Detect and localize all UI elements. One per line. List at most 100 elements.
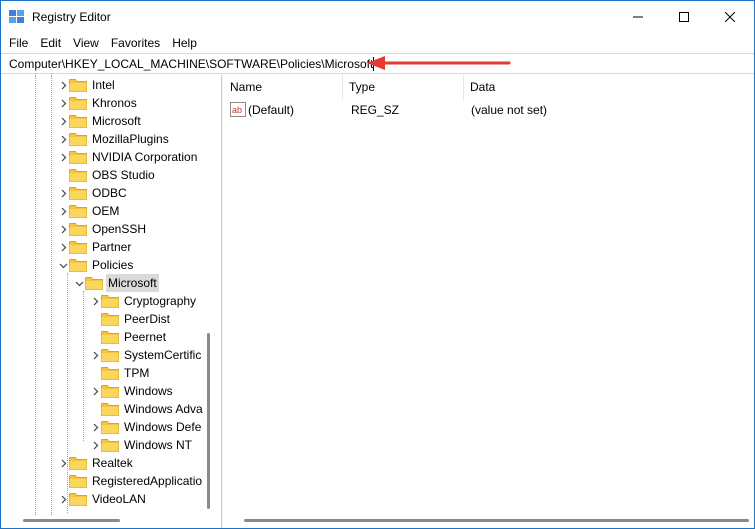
tree-item-label: Windows NT — [124, 438, 193, 452]
tree-item[interactable]: Windows — [1, 382, 218, 400]
list-horizontal-scrollbar[interactable] — [224, 513, 754, 528]
tree-item[interactable]: OpenSSH — [1, 220, 218, 238]
tree-item-label: Windows — [124, 384, 173, 398]
chevron-right-icon[interactable] — [90, 350, 100, 360]
folder-icon — [101, 438, 119, 452]
tree-item[interactable]: Windows NT — [1, 436, 218, 454]
tree-item[interactable]: VideoLAN — [1, 490, 218, 508]
chevron-right-icon[interactable] — [58, 242, 68, 252]
folder-icon — [69, 150, 87, 164]
menu-edit[interactable]: Edit — [34, 33, 67, 53]
tree-item-label: Windows Adva — [124, 402, 203, 416]
registry-editor-window: Registry Editor File Edit View Favorites… — [0, 0, 755, 529]
folder-icon — [69, 456, 87, 470]
tree-item[interactable]: TPM — [1, 364, 218, 382]
tree-item[interactable]: ODBC — [1, 184, 218, 202]
string-value-icon: ab — [230, 102, 246, 117]
tree-item[interactable]: Khronos — [1, 94, 218, 112]
menu-file[interactable]: File — [3, 33, 34, 53]
menu-help[interactable]: Help — [166, 33, 203, 53]
folder-icon — [69, 240, 87, 254]
tree-item[interactable]: Microsoft — [1, 112, 218, 130]
tree-item-label: Intel — [92, 78, 115, 92]
pane-splitter[interactable] — [221, 75, 223, 528]
column-header-type[interactable]: Type — [343, 75, 463, 100]
menu-bar: File Edit View Favorites Help — [1, 33, 754, 53]
folder-icon — [69, 204, 87, 218]
tree-item-label: Policies — [92, 258, 134, 272]
chevron-right-icon[interactable] — [90, 386, 100, 396]
minimize-button[interactable] — [615, 1, 661, 33]
tree-item[interactable]: NVIDIA Corporation — [1, 148, 218, 166]
tree-item[interactable]: Windows Defe — [1, 418, 218, 436]
chevron-right-icon[interactable] — [58, 98, 68, 108]
title-bar: Registry Editor — [1, 1, 754, 33]
chevron-down-icon[interactable] — [58, 260, 68, 270]
address-path[interactable]: Computer\HKEY_LOCAL_MACHINE\SOFTWARE\Pol… — [9, 57, 375, 71]
tree-item-microsoft-selected[interactable]: Microsoft — [1, 274, 218, 292]
tree-horizontal-scrollbar[interactable] — [1, 513, 218, 528]
values-list: Name Type Data ab (Default) REG_SZ (valu… — [224, 75, 754, 515]
tree-item[interactable]: Partner — [1, 238, 218, 256]
tree-item[interactable]: Windows Adva — [1, 400, 218, 418]
folder-icon — [69, 186, 87, 200]
chevron-right-icon[interactable] — [58, 494, 68, 504]
folder-icon — [101, 348, 119, 362]
tree-item-label: Khronos — [92, 96, 137, 110]
tree-item[interactable]: Cryptography — [1, 292, 218, 310]
chevron-down-icon[interactable] — [74, 278, 84, 288]
chevron-right-icon[interactable] — [90, 440, 100, 450]
tree-scroll-thumb[interactable] — [207, 333, 210, 509]
tree-item-label: Windows Defe — [124, 420, 202, 434]
tree-item-label: PeerDist — [124, 312, 171, 326]
tree-item[interactable]: SystemCertific — [1, 346, 218, 364]
tree-item[interactable]: OBS Studio — [1, 166, 218, 184]
menu-favorites[interactable]: Favorites — [105, 33, 166, 53]
menu-view[interactable]: View — [67, 33, 105, 53]
tree-item[interactable]: RegisteredApplicatio — [1, 472, 218, 490]
tree-item[interactable]: OEM — [1, 202, 218, 220]
chevron-right-icon[interactable] — [58, 152, 68, 162]
close-icon — [725, 12, 735, 22]
folder-icon — [101, 420, 119, 434]
chevron-right-icon[interactable] — [58, 224, 68, 234]
tree-item-label: Partner — [92, 240, 132, 254]
chevron-right-icon[interactable] — [58, 188, 68, 198]
tree-item-label: RegisteredApplicatio — [92, 474, 203, 488]
tree-item[interactable]: Intel — [1, 76, 218, 94]
tree-item[interactable]: Peernet — [1, 328, 218, 346]
value-name: (Default) — [248, 103, 295, 117]
key-tree: Intel Khronos Microsoft MozillaPlugins NVIDI… — [1, 75, 218, 515]
list-hscroll-thumb[interactable] — [244, 519, 749, 522]
maximize-icon — [679, 12, 689, 22]
chevron-right-icon[interactable] — [58, 80, 68, 90]
tree-item[interactable]: PeerDist — [1, 310, 218, 328]
chevron-right-icon[interactable] — [90, 296, 100, 306]
tree-item[interactable]: Realtek — [1, 454, 218, 472]
tree-item-label: OpenSSH — [92, 222, 147, 236]
column-header-data[interactable]: Data — [464, 75, 664, 100]
folder-icon — [101, 384, 119, 398]
folder-icon — [69, 132, 87, 146]
tree-item[interactable]: MozillaPlugins — [1, 130, 218, 148]
chevron-right-icon[interactable] — [58, 134, 68, 144]
chevron-right-icon[interactable] — [58, 206, 68, 216]
maximize-button[interactable] — [661, 1, 707, 33]
close-button[interactable] — [707, 1, 753, 33]
tree-vertical-scrollbar[interactable] — [204, 75, 212, 515]
folder-icon — [101, 312, 119, 326]
folder-icon — [101, 402, 119, 416]
folder-icon — [69, 168, 87, 182]
tree-item-label: OEM — [92, 204, 120, 218]
chevron-right-icon[interactable] — [58, 458, 68, 468]
folder-icon — [69, 258, 87, 272]
chevron-right-icon[interactable] — [58, 116, 68, 126]
column-header-name[interactable]: Name — [224, 75, 342, 100]
value-type: REG_SZ — [351, 103, 400, 117]
tree-item-policies[interactable]: Policies — [1, 256, 218, 274]
folder-open-icon — [85, 276, 103, 290]
tree-item-label: Microsoft — [106, 274, 159, 292]
tree-hscroll-thumb[interactable] — [23, 519, 120, 522]
chevron-right-icon[interactable] — [90, 422, 100, 432]
tree-item-label: NVIDIA Corporation — [92, 150, 198, 164]
